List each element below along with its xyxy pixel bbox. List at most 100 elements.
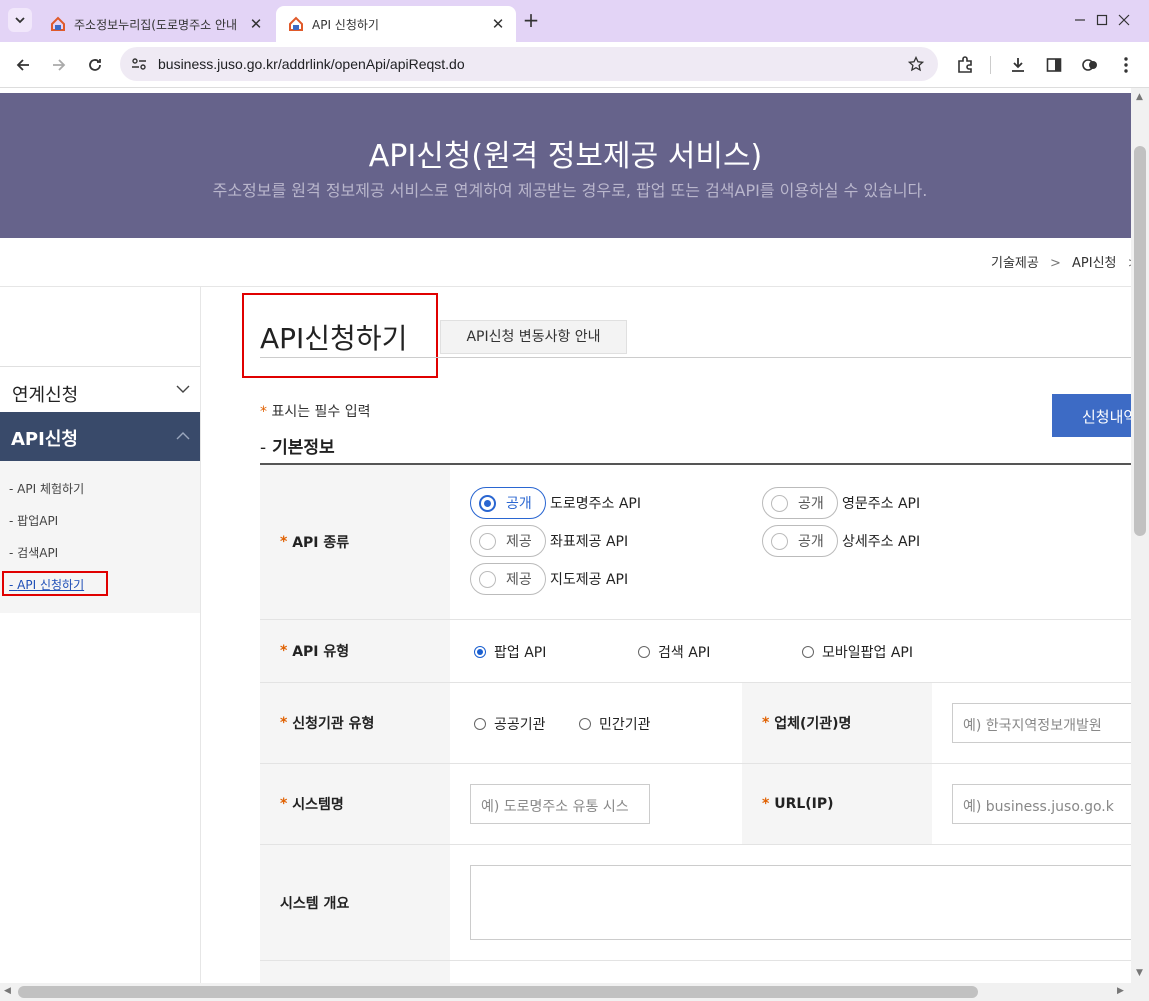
field-label-text: 신청기관 유형 [292,716,375,732]
title-divider [260,357,1131,358]
required-mark: * [280,796,288,812]
radio-dot [638,646,650,658]
required-note-text: 표시는 필수 입력 [271,404,371,420]
extensions-button[interactable] [952,52,978,78]
badge: 공개 [470,487,546,519]
radio-public-org[interactable]: 공공기관 [474,714,546,734]
field-label: * 업체(기관)명 [742,683,932,763]
radio-dot [802,646,814,658]
chevron-down-icon [176,385,190,393]
field-label: * 시스템명 [260,764,450,844]
download-icon [1012,58,1024,72]
browser-tab-2[interactable]: API 신청하기 ✕ [276,6,516,42]
star-icon[interactable] [908,56,924,72]
close-window-button[interactable] [1101,0,1147,40]
highlight-box [242,293,438,378]
radio-label: 팝업 API [494,645,547,661]
profile-icon [1082,59,1097,71]
scroll-down-arrow-icon[interactable]: ▼ [1136,968,1143,978]
badge-text: 제공 [506,572,532,588]
profile-button[interactable] [1077,52,1103,78]
option-label: 상세주소 API [842,534,921,550]
sidebar-item-api-trial[interactable]: - API 체험하기 [9,480,84,497]
section-title-text: 기본정보 [272,438,335,458]
required-mark: * [762,715,770,731]
forward-button[interactable] [46,52,72,78]
url-text: business.juso.go.kr/addrlink/openApi/api… [158,56,465,72]
side-panel-button[interactable] [1041,52,1067,78]
arrow-right-icon [53,59,66,71]
badge: 공개 [762,525,838,557]
puzzle-icon [958,56,972,73]
url-ip-input[interactable]: 예) business.juso.go.k [952,784,1131,824]
tab-title: API 신청하기 [312,17,379,32]
reload-button[interactable] [82,52,108,78]
scroll-left-arrow-icon[interactable]: ◀ [4,986,11,996]
application-form: * API 종류 공개 도로명주소 API 공개 영문주소 API 제공 좌표제… [260,463,1131,983]
sidebar-menu-api[interactable]: API신청 [0,412,200,461]
system-name-input[interactable]: 예) 도로명주소 유통 시스 [470,784,650,824]
toolbar-divider [990,56,991,74]
more-vert-icon [1124,57,1128,73]
api-option-map[interactable]: 제공 지도제공 API [470,563,628,595]
sidebar-item-label: 검색API [17,546,59,560]
vertical-scroll-thumb[interactable] [1134,146,1146,536]
tab-search-button[interactable] [8,8,32,32]
section-dash: - [260,438,267,458]
close-icon[interactable]: ✕ [244,15,268,33]
radio-label: 민간기관 [599,717,651,733]
highlight-box [2,571,108,596]
horizontal-scrollbar[interactable]: ◀ ▶ [0,983,1131,1001]
horizontal-scroll-thumb[interactable] [18,986,978,998]
badge: 제공 [470,525,546,557]
badge: 공개 [762,487,838,519]
vertical-scrollbar[interactable]: ▲ ▼ [1131,88,1149,984]
side-panel-icon [1046,58,1062,72]
api-option-english[interactable]: 공개 영문주소 API [762,487,920,519]
scroll-up-arrow-icon[interactable]: ▲ [1136,92,1143,102]
api-option-detail[interactable]: 공개 상세주소 API [762,525,920,557]
radio-private-org[interactable]: 민간기관 [579,714,651,734]
sidebar-item-popup-api[interactable]: - 팝업API [9,512,58,529]
required-note: * 표시는 필수 입력 [260,401,371,421]
required-mark: * [260,404,267,420]
close-icon [1118,14,1130,26]
breadcrumb-item[interactable]: 기술제공 [991,256,1039,271]
api-option-road[interactable]: 공개 도로명주소 API [470,487,641,519]
new-tab-button[interactable]: + [520,10,542,32]
arrow-left-icon [16,59,29,71]
sidebar-item-label: 팝업API [17,514,59,528]
radio-mobile-popup-api[interactable]: 모바일팝업 API [802,642,913,662]
scroll-right-arrow-icon[interactable]: ▶ [1117,986,1124,996]
company-name-input[interactable]: 예) 한국지역정보개발원 [952,703,1131,743]
sidebar-menu-connect[interactable]: 연계신청 [0,366,200,412]
field-label: * API 유형 [260,620,450,682]
radio-popup-api[interactable]: 팝업 API [474,642,546,662]
row-org: * 신청기관 유형 공공기관 민간기관 * 업체(기관)명 예) 한국지역정보개… [260,683,1131,764]
house-favicon-icon [289,16,303,31]
row-next [260,961,1131,983]
chevron-down-icon [15,17,25,24]
field-label: * URL(IP) [742,764,932,844]
required-mark: * [280,643,288,659]
browser-tab-1[interactable]: 주소정보누리집(도로명주소 안내 ✕ [38,6,274,42]
radio-search-api[interactable]: 검색 API [638,642,710,662]
site-settings-icon[interactable] [131,57,147,71]
back-button[interactable] [10,52,36,78]
downloads-button[interactable] [1005,52,1031,78]
badge-text: 공개 [798,496,824,512]
system-overview-textarea[interactable] [470,865,1131,940]
change-notice-button[interactable]: API신청 변동사항 안내 [440,320,627,354]
close-icon[interactable]: ✕ [486,15,510,33]
menu-button[interactable] [1113,52,1139,78]
sidebar-item-search-api[interactable]: - 검색API [9,544,58,561]
field-label-text: 업체(기관)명 [774,716,852,732]
row-overview: 시스템 개요 [260,845,1131,961]
apply-history-button[interactable]: 신청내역 [1052,394,1131,437]
browser-toolbar: business.juso.go.kr/addrlink/openApi/api… [0,42,1149,88]
field-label-text: API 유형 [292,644,350,660]
chevron-up-icon [176,432,190,440]
api-option-coordinate[interactable]: 제공 좌표제공 API [470,525,628,557]
breadcrumb-item[interactable]: API신청 [1072,256,1117,271]
address-bar[interactable]: business.juso.go.kr/addrlink/openApi/api… [120,47,938,81]
